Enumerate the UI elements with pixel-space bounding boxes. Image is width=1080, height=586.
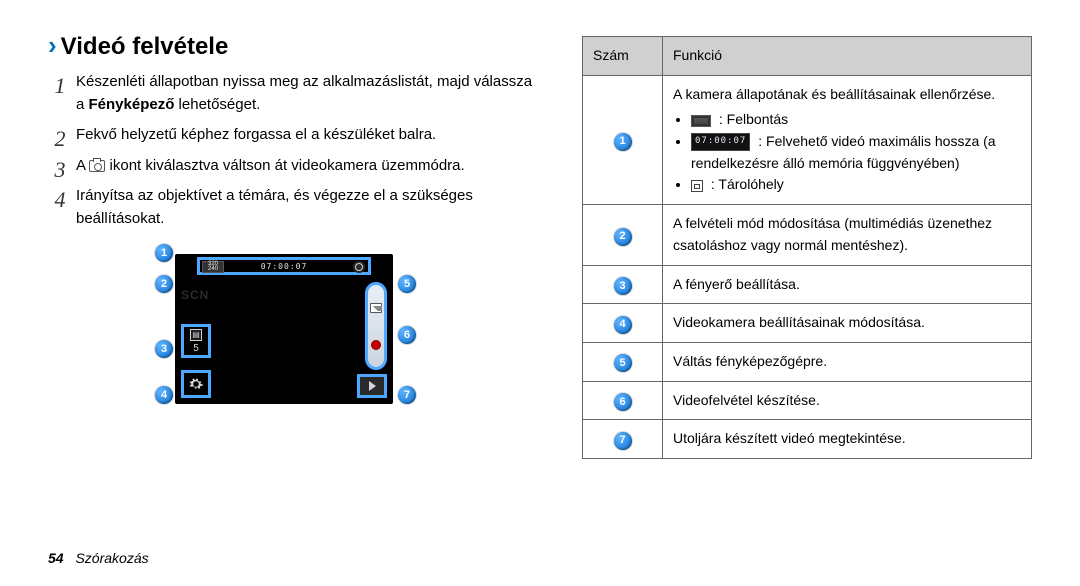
row-func-cell: A kamera állapotának és beállításainak e… (663, 75, 1032, 204)
step-1: 1 Készenléti állapotban nyissa meg az al… (48, 71, 538, 116)
callout-2-icon: 2 (614, 228, 632, 246)
scn-label: SCN (181, 288, 209, 302)
time-icon: 07:00:07 (691, 133, 750, 151)
last-video-thumb (357, 374, 387, 398)
mode-switch-icon (353, 261, 365, 273)
settings-control (181, 370, 211, 398)
table-row: 6 Videofelvétel készítése. (583, 381, 1032, 420)
step-number: 4 (48, 183, 72, 216)
row-func-cell: A felvételi mód módosítása (multimédiás … (663, 205, 1032, 265)
callout-7-icon: 7 (614, 432, 632, 450)
callout-3-icon: 3 (614, 277, 632, 295)
function-table-wrap: Szám Funkció 1 A kamera állapotának és b… (582, 36, 1032, 459)
table-header-row: Szám Funkció (583, 37, 1032, 76)
device-status-strip: 320 240 07:00:07 (197, 257, 371, 275)
page-number: 54 (48, 550, 64, 566)
step-text: Irányítsa az objektívet a témára, és vég… (76, 187, 473, 227)
chevron-icon: › (48, 30, 57, 60)
callout-2: 2 (155, 275, 173, 293)
col-num-header: Szám (583, 37, 663, 76)
table-row: 4 Videokamera beállításainak módosítása. (583, 304, 1032, 343)
callout-3: 3 (155, 340, 173, 358)
callout-1-icon: 1 (614, 133, 632, 151)
callout-1: 1 (155, 244, 173, 262)
step-number: 2 (48, 122, 72, 155)
table-row: 2 A felvételi mód módosítása (multimédiá… (583, 205, 1032, 265)
section-name: Szórakozás (75, 550, 148, 566)
table-row: 7 Utoljára készített videó megtekintése. (583, 420, 1032, 459)
row-num-cell: 2 (583, 205, 663, 265)
callout-4: 4 (155, 386, 173, 404)
step-text: Fekvő helyzetű képhez forgassa el a kész… (76, 126, 436, 143)
step-text: ikont kiválasztva váltson át videokamera… (105, 157, 464, 174)
row1-bullet-resolution: : Felbontás (691, 109, 1021, 131)
function-table: Szám Funkció 1 A kamera állapotának és b… (582, 36, 1032, 459)
row-func-cell: Utoljára készített videó megtekintése. (663, 420, 1032, 459)
brightness-control: ▤ 5 (181, 324, 211, 358)
step-4: 4 Irányítsa az objektívet a témára, és v… (48, 185, 538, 230)
row1-line1: A kamera állapotának és beállításainak e… (673, 84, 1021, 106)
step-number: 3 (48, 153, 72, 186)
gear-icon (189, 377, 203, 391)
recordable-time-text: 07:00:07 (261, 262, 308, 271)
table-row: 1 A kamera állapotának és beállításainak… (583, 75, 1032, 204)
mode-pill (365, 282, 387, 370)
storage-icon (691, 180, 703, 192)
callout-5-icon: 5 (614, 354, 632, 372)
row1-bullet-length: 07:00:07 : Felvehető videó maximális hos… (691, 131, 1021, 174)
step-3: 3 A ikont kiválasztva váltson át videoka… (48, 155, 538, 178)
brightness-icon: ▤ (190, 329, 202, 341)
callout-4-icon: 4 (614, 316, 632, 334)
camera-icon (89, 160, 105, 172)
step-number: 1 (48, 69, 72, 102)
callout-5: 5 (398, 275, 416, 293)
section-heading: ›Videó felvétele (48, 30, 538, 61)
step-text: lehetőséget. (174, 96, 260, 113)
row1-bullet-storage: : Tárolóhely (691, 174, 1021, 196)
callout-7: 7 (398, 386, 416, 404)
heading-text: Videó felvétele (61, 33, 229, 60)
device-screenshot: 320 240 07:00:07 SCN ▤ 5 (175, 254, 393, 404)
row-num-cell: 4 (583, 304, 663, 343)
page-footer: 54 Szórakozás (48, 550, 149, 566)
switch-to-photo-icon (370, 303, 382, 313)
step-2: 2 Fekvő helyzetű képhez forgassa el a ké… (48, 124, 538, 147)
row-num-cell: 1 (583, 75, 663, 204)
row-func-cell: Váltás fényképezőgépre. (663, 342, 1032, 381)
step-text-bold: Fényképező (89, 96, 175, 113)
row-num-cell: 7 (583, 420, 663, 459)
row-func-cell: Videofelvétel készítése. (663, 381, 1032, 420)
record-icon (371, 340, 381, 350)
resolution-icon (691, 115, 711, 127)
step-text: A (76, 157, 89, 174)
table-row: 5 Váltás fényképezőgépre. (583, 342, 1032, 381)
table-row: 3 A fényerő beállítása. (583, 265, 1032, 304)
callout-6-icon: 6 (614, 393, 632, 411)
brightness-value: 5 (193, 343, 199, 354)
row-func-cell: Videokamera beállításainak módosítása. (663, 304, 1032, 343)
row-num-cell: 6 (583, 381, 663, 420)
row-num-cell: 3 (583, 265, 663, 304)
row-num-cell: 5 (583, 342, 663, 381)
callout-6: 6 (398, 326, 416, 344)
row-func-cell: A fényerő beállítása. (663, 265, 1032, 304)
resolution-icon: 320 240 (202, 261, 224, 273)
col-func-header: Funkció (663, 37, 1032, 76)
